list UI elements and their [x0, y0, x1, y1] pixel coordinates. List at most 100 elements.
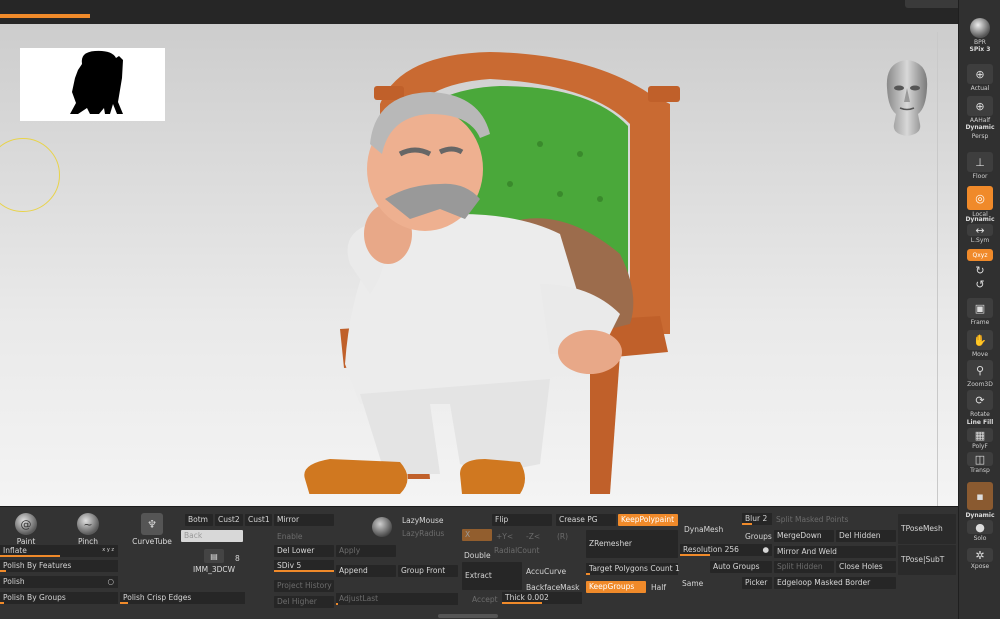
append-button[interactable]: Append	[336, 565, 396, 577]
solo-icon: ●	[967, 520, 993, 534]
flip-button[interactable]: Flip	[492, 514, 552, 526]
sdiv-slider-fill	[274, 570, 334, 572]
lazyradius-label[interactable]: LazyRadius	[402, 529, 444, 538]
rotate-z-button[interactable]: ↺	[964, 278, 996, 291]
picker-button[interactable]: Picker	[742, 577, 772, 589]
dynamesh-button[interactable]: DynaMesh	[684, 525, 723, 534]
split-masked-button[interactable]: Split Masked Points	[776, 515, 848, 524]
dynamic-label-3: Dynamic	[965, 512, 995, 519]
head-navigation-gizmo[interactable]	[878, 48, 936, 138]
rotate-y-button[interactable]: ↻	[964, 263, 996, 277]
spix-label[interactable]: SPix 3	[961, 46, 999, 53]
thick-slider[interactable]: Thick 0.002	[502, 592, 582, 604]
groups-button[interactable]: Groups	[745, 532, 772, 541]
rotate-button[interactable]: ⟳ Rotate	[964, 390, 996, 418]
blur-slider[interactable]: Blur 2	[742, 513, 772, 525]
del-higher-button[interactable]: Del Higher	[274, 596, 334, 608]
transp-button[interactable]: ◫ Transp	[964, 452, 996, 474]
zoom-icon: ⚲	[967, 360, 993, 380]
split-hidden-button[interactable]: Split Hidden	[774, 561, 834, 573]
keep-polypaint-button[interactable]: KeepPolypaint	[618, 514, 678, 526]
del-lower-button[interactable]: Del Lower	[274, 545, 334, 557]
ghost-button[interactable]: ▪	[964, 482, 996, 510]
xyz-button[interactable]: Qxyz	[964, 249, 996, 261]
solo-button[interactable]: ● Solo	[964, 520, 996, 542]
lazymouse-icon[interactable]	[372, 517, 392, 537]
zoom3d-button[interactable]: ⚲ Zoom3D	[964, 360, 996, 388]
mirror-weld-button[interactable]: Mirror And Weld	[774, 546, 896, 558]
move-button[interactable]: ✋ Move	[964, 330, 996, 358]
polish-slider[interactable]: Polish ○	[0, 576, 118, 588]
apply-button[interactable]: Apply	[336, 545, 396, 557]
merge-down-button[interactable]: MergeDown	[774, 530, 834, 542]
3d-model-sleeping-old-man[interactable]	[290, 34, 690, 496]
frame-button[interactable]: ▣ Frame	[964, 298, 996, 326]
aahalf-button[interactable]: ⊕ AAHalf	[964, 96, 996, 124]
resolution-slider[interactable]: Resolution 256 ●	[680, 544, 772, 556]
dynamic-label: Dynamic	[965, 124, 995, 131]
half-button[interactable]: Half	[651, 583, 666, 592]
sdiv-slider[interactable]: SDiv 5	[274, 560, 334, 572]
tray-resize-handle[interactable]	[438, 614, 498, 618]
crease-pg-button[interactable]: Crease PG	[556, 514, 616, 526]
cust2-button[interactable]: Cust2	[215, 514, 243, 526]
resolution-fill	[680, 554, 710, 556]
paint-brush-button[interactable]: @ Paint	[6, 513, 46, 546]
xpose-button[interactable]: ✲ Xpose	[964, 548, 996, 570]
paint-brush-icon: @	[15, 513, 37, 535]
polish-groups-slider[interactable]: Polish By Groups	[0, 592, 118, 604]
adjust-last-slider[interactable]: AdjustLast	[336, 593, 458, 605]
navigator-thumbnail[interactable]	[20, 48, 165, 121]
accucurve-button[interactable]: AccuCurve	[526, 567, 566, 576]
bpr-button[interactable]: BPR	[964, 18, 996, 46]
enable-button[interactable]: Enable	[277, 532, 303, 541]
edgeloop-button[interactable]: Edgeloop Masked Border	[774, 577, 896, 589]
x-axis-button[interactable]: X	[462, 529, 492, 541]
persp-button[interactable]: Persp	[964, 132, 996, 140]
radial-r-button[interactable]: (R)	[557, 532, 568, 541]
curvetube-brush-button[interactable]: ♆ CurveTube	[130, 513, 174, 546]
zremesher-button[interactable]: ZRemesher	[586, 530, 678, 558]
back-button[interactable]: Back	[181, 530, 243, 542]
tposemesh-button[interactable]: TPoseMesh	[898, 514, 956, 544]
polyf-button[interactable]: ▦ PolyF	[964, 428, 996, 450]
blur-fill	[742, 523, 752, 525]
right-shelf: BPR SPix 3 ⊕ Actual ⊕ AAHalf Dynamic Per…	[958, 0, 1000, 619]
keep-groups-button[interactable]: KeepGroups	[586, 581, 646, 593]
linefill-label[interactable]: Line Fill	[961, 419, 999, 426]
inflate-slider[interactable]: Inflate x y z	[0, 545, 118, 557]
polish-crisp-slider[interactable]: Polish Crisp Edges	[120, 592, 245, 604]
y-plus-button[interactable]: +Y<	[496, 532, 513, 541]
botm-button[interactable]: Botm	[185, 514, 213, 526]
radial-count-label[interactable]: RadialCount	[494, 546, 539, 555]
del-hidden-button[interactable]: Del Hidden	[836, 530, 896, 542]
mirror-button[interactable]: Mirror	[274, 514, 334, 526]
target-polygons-slider[interactable]: Target Polygons Count 1	[586, 563, 680, 575]
polish-features-fill	[0, 570, 6, 572]
backfacemask-button[interactable]: BackfaceMask	[526, 583, 580, 592]
tpose-subt-button[interactable]: TPose|SubT	[898, 545, 956, 575]
project-history-button[interactable]: Project History	[274, 580, 334, 592]
floor-button[interactable]: ⊥ Floor	[964, 152, 996, 180]
curvetube-icon: ♆	[141, 513, 163, 535]
bottom-tray: @ Paint ~ Pinch ♆ CurveTube ▤ IMM_3DCW 8…	[0, 506, 958, 619]
group-front-button[interactable]: Group Front	[398, 565, 458, 577]
canvas-viewport[interactable]	[0, 24, 958, 506]
accept-button[interactable]: Accept	[472, 595, 498, 604]
lazymouse-label[interactable]: LazyMouse	[402, 516, 443, 525]
imm-brush-button[interactable]: ▤ IMM_3DCW	[190, 549, 238, 574]
top-right-panel-tab[interactable]	[905, 0, 963, 8]
polish-features-slider[interactable]: Polish By Features	[0, 560, 118, 572]
local-button[interactable]: ◎ Local	[964, 186, 996, 218]
double-button[interactable]: Double	[464, 551, 491, 560]
cust1-button[interactable]: Cust1	[245, 514, 272, 526]
z-minus-button[interactable]: -Z<	[526, 532, 540, 541]
lsym-button[interactable]: ↔ L.Sym	[964, 224, 996, 244]
actual-button[interactable]: ⊕ Actual	[964, 64, 996, 92]
extract-button[interactable]: Extract	[462, 562, 522, 590]
rotate-y-icon: ↻	[975, 263, 985, 277]
close-holes-button[interactable]: Close Holes	[836, 561, 896, 573]
auto-groups-button[interactable]: Auto Groups	[710, 561, 772, 573]
same-button[interactable]: Same	[682, 579, 703, 588]
pinch-brush-button[interactable]: ~ Pinch	[68, 513, 108, 546]
